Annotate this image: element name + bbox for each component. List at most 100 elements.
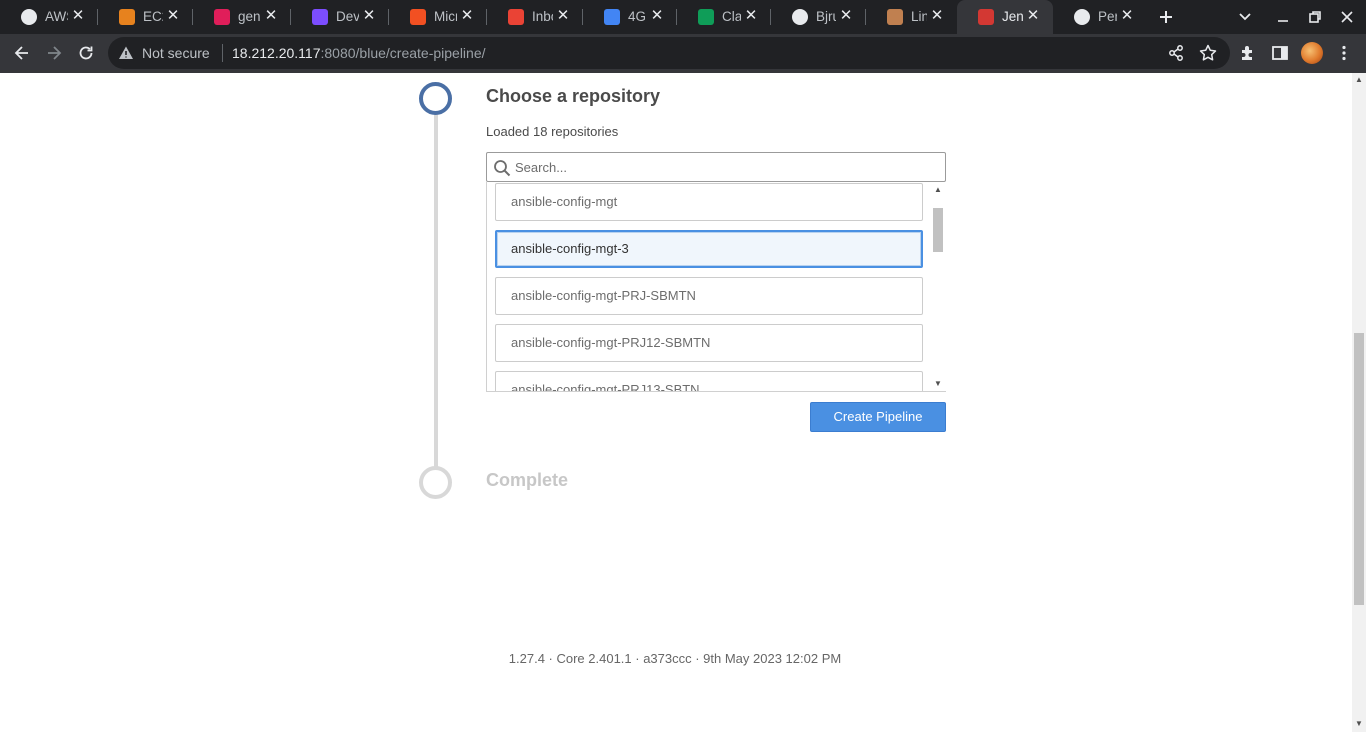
tab-title: Class <box>722 9 741 24</box>
github-icon <box>792 9 808 25</box>
github-icon <box>1074 9 1090 25</box>
tab-close-icon[interactable]: ✕ <box>838 8 854 24</box>
address-bar[interactable]: Not secure 18.212.20.117:8080/blue/creat… <box>108 37 1230 69</box>
step-title-choose-repository: Choose a repository <box>486 86 661 106</box>
tab-separator <box>582 9 583 25</box>
repository-item[interactable]: ansible-config-mgt-PRJ-SBMTN <box>495 277 923 315</box>
plus-icon <box>1160 11 1172 23</box>
repository-list[interactable]: ansible-config-mgt ansible-config-mgt-3 an… <box>486 182 946 392</box>
browser-tab[interactable]: Perso✕ <box>1074 0 1147 34</box>
tab-separator <box>486 9 487 25</box>
browser-tab[interactable]: Class✕ <box>698 0 771 34</box>
tab-close-icon[interactable]: ✕ <box>1119 8 1135 24</box>
tab-title: DevC <box>336 9 359 24</box>
star-icon <box>1199 44 1217 61</box>
tab-close-icon[interactable]: ✕ <box>929 8 945 24</box>
browser-tab[interactable]: Bjrule✕ <box>792 0 866 34</box>
back-button[interactable] <box>12 43 32 63</box>
tab-close-icon[interactable]: ✕ <box>459 8 475 24</box>
search-input[interactable] <box>515 158 935 176</box>
tab-title: Micro <box>434 9 457 24</box>
tab-close-icon[interactable]: ✕ <box>361 8 377 24</box>
url-text[interactable]: 18.212.20.117:8080/blue/create-pipeline/ <box>232 45 486 61</box>
forward-button[interactable] <box>44 43 64 63</box>
reload-button[interactable] <box>76 43 96 63</box>
step-indicator-active <box>419 82 452 115</box>
browser-tab[interactable]: gene✕ <box>214 0 291 34</box>
create-pipeline-button[interactable]: Create Pipeline <box>810 402 946 432</box>
tab-separator <box>97 9 98 25</box>
security-label[interactable]: Not secure <box>142 45 210 61</box>
share-button[interactable] <box>1166 43 1186 63</box>
tab-close-icon[interactable]: ✕ <box>649 8 665 24</box>
globe-icon <box>21 9 37 25</box>
browser-tab[interactable]: EC2 M✕ <box>119 0 193 34</box>
tab-title: Inbox <box>532 9 553 24</box>
url-host: 18.212.20.117 <box>232 45 321 61</box>
browser-tab[interactable]: 4G M✕ <box>604 0 677 34</box>
browser-tab[interactable]: DevC✕ <box>312 0 389 34</box>
tab-close-icon[interactable]: ✕ <box>165 8 181 24</box>
repository-item[interactable]: ansible-config-mgt-3 <box>495 230 923 268</box>
list-scroll-up-icon[interactable]: ▲ <box>932 185 944 195</box>
timeline-line <box>434 110 438 467</box>
repository-search[interactable] <box>486 152 946 182</box>
restore-icon <box>1309 11 1321 23</box>
tab-strip: AWS✕EC2 M✕gene✕DevC✕Micro✕Inbox✕4G M✕Cla… <box>0 0 1366 34</box>
tab-separator <box>770 9 771 25</box>
step-indicator-pending <box>419 466 452 499</box>
list-scroll-down-icon[interactable]: ▼ <box>932 379 944 389</box>
tab-close-icon[interactable]: ✕ <box>1025 8 1041 24</box>
repository-item[interactable]: ansible-config-mgt-PRJ12-SBMTN <box>495 324 923 362</box>
minimize-button[interactable] <box>1274 8 1292 26</box>
tab-search-button[interactable] <box>1236 8 1254 26</box>
gmail-icon <box>508 9 524 25</box>
more-vert-icon <box>1342 45 1346 61</box>
tab-close-icon[interactable]: ✕ <box>70 8 86 24</box>
restore-button[interactable] <box>1306 8 1324 26</box>
devcareer-icon <box>312 9 328 25</box>
profile-avatar[interactable] <box>1301 42 1323 64</box>
avatar-icon <box>887 9 903 25</box>
scroll-down-arrow-icon[interactable]: ▼ <box>1353 719 1365 729</box>
tab-title: Bjrule <box>816 9 836 24</box>
slack-icon <box>214 9 230 25</box>
new-tab-button[interactable] <box>1157 8 1175 26</box>
browser-tab[interactable]: Linux✕ <box>887 0 957 34</box>
loaded-repositories-text: Loaded 18 repositories <box>486 124 619 139</box>
classroom-icon <box>698 9 714 25</box>
extensions-button[interactable] <box>1238 43 1258 63</box>
search-icon <box>494 160 511 177</box>
browser-toolbar: Not secure 18.212.20.117:8080/blue/creat… <box>0 34 1366 73</box>
puzzle-icon <box>1242 46 1252 60</box>
arrow-right-icon <box>48 46 62 60</box>
repository-list-scroll-thumb[interactable] <box>933 208 943 252</box>
bookmark-button[interactable] <box>1198 43 1218 63</box>
ec2-icon <box>119 9 135 25</box>
browser-tab[interactable]: AWS✕ <box>21 0 98 34</box>
browser-tab[interactable]: Micro✕ <box>410 0 487 34</box>
tab-close-icon[interactable]: ✕ <box>555 8 571 24</box>
page-scroll-thumb[interactable] <box>1354 333 1364 605</box>
tab-separator <box>192 9 193 25</box>
omnibox-divider <box>222 44 223 62</box>
repository-item[interactable]: ansible-config-mgt-PRJ13-SBTN <box>495 371 923 391</box>
browser-tab[interactable]: Jenki✕ <box>978 0 1053 34</box>
browser-tab[interactable]: Inbox✕ <box>508 0 583 34</box>
close-window-button[interactable] <box>1338 8 1356 26</box>
browser-menu-button[interactable] <box>1334 43 1354 63</box>
share-icon <box>1169 45 1183 61</box>
tab-title: Perso <box>1098 9 1117 24</box>
chevron-down-icon <box>1239 13 1251 21</box>
tab-title: 4G M <box>628 9 647 24</box>
tab-title: AWS <box>45 9 68 24</box>
side-panel-icon <box>1272 46 1288 60</box>
scroll-up-arrow-icon[interactable]: ▲ <box>1353 75 1365 85</box>
close-icon <box>1341 11 1353 23</box>
warning-icon <box>119 46 133 59</box>
repository-item[interactable]: ansible-config-mgt <box>495 183 923 221</box>
side-panel-button[interactable] <box>1270 43 1290 63</box>
tab-close-icon[interactable]: ✕ <box>743 8 759 24</box>
step-title-complete: Complete <box>486 470 569 490</box>
tab-close-icon[interactable]: ✕ <box>263 8 279 24</box>
